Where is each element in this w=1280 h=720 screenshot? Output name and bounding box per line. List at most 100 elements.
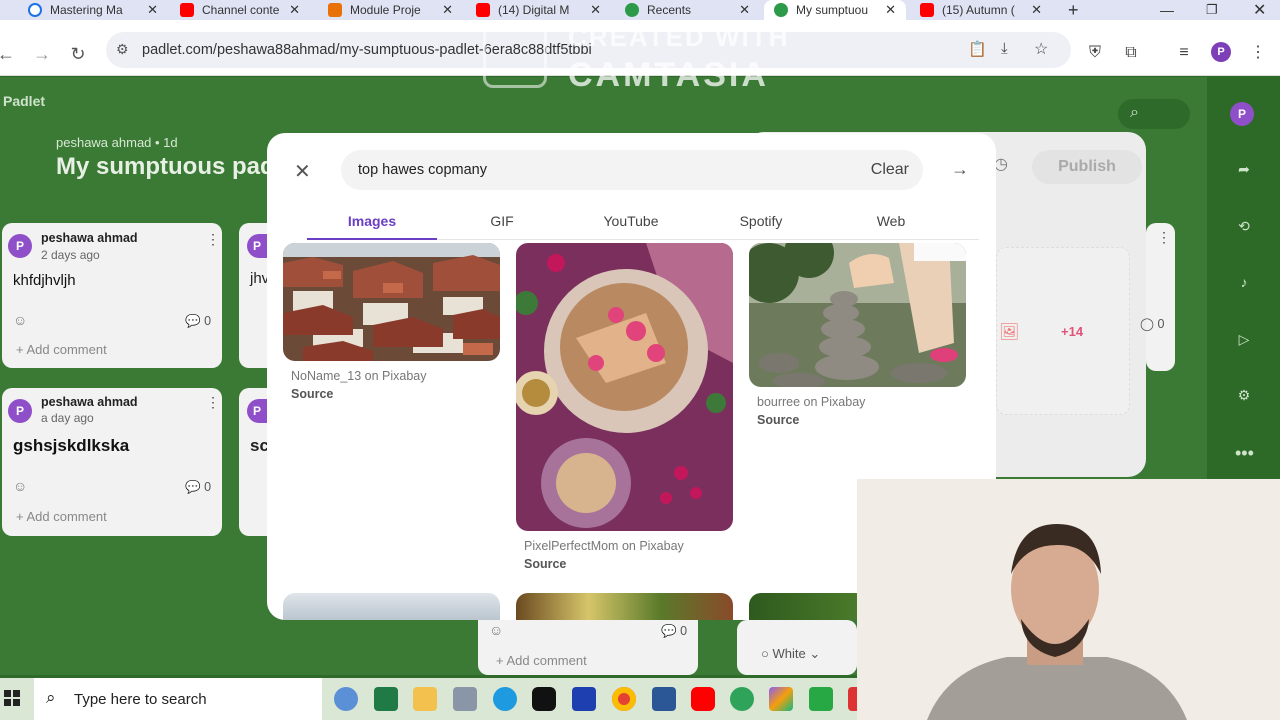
profile-avatar[interactable]: P — [1211, 42, 1231, 62]
image-search-icon[interactable]: 🖼 — [999, 322, 1019, 342]
tab-module[interactable]: Module Proje ✕ — [318, 0, 463, 20]
windows-start-icon[interactable] — [4, 690, 20, 706]
color-select[interactable]: ○ White ⌄ — [761, 646, 820, 662]
restore-icon[interactable]: ❐ — [1196, 0, 1228, 20]
image-result[interactable]: PixelPerfectMom on Pixabay Source — [516, 243, 733, 571]
remake-icon[interactable]: ⟲ — [1235, 218, 1253, 236]
reaction-icon[interactable]: ☺ — [13, 312, 27, 328]
add-comment[interactable]: + Add comment — [16, 509, 107, 524]
edge-icon[interactable] — [334, 687, 358, 711]
reaction-icon[interactable]: ☺ — [13, 478, 27, 494]
back-icon[interactable]: ← — [0, 44, 16, 65]
tab-title: My sumptuou — [796, 3, 869, 17]
close-tab-icon[interactable]: ✕ — [590, 2, 601, 18]
comment-count[interactable]: 💬 0 — [661, 624, 687, 639]
image-result-partial[interactable] — [283, 593, 500, 620]
add-comment[interactable]: + Add comment — [16, 342, 107, 357]
user-avatar[interactable]: P — [1230, 102, 1254, 126]
taskbar-search-input[interactable]: ⌕ Type here to search — [34, 678, 322, 720]
bell-icon[interactable]: ♪ — [1235, 274, 1253, 292]
rooftops-image[interactable] — [283, 243, 500, 361]
settings-icon[interactable]: ⚙ — [1235, 387, 1253, 405]
close-tab-icon[interactable]: ✕ — [885, 2, 896, 18]
post-menu-icon[interactable]: ⋮ — [1157, 229, 1171, 246]
tab-mastering[interactable]: Mastering Ma ✕ — [18, 0, 168, 20]
reaction-icon[interactable]: ☺ — [489, 622, 503, 638]
color-label: White — [772, 646, 806, 661]
edge-beta-icon[interactable] — [730, 687, 754, 711]
l-app-icon[interactable] — [572, 687, 596, 711]
edge-icon[interactable] — [493, 687, 517, 711]
close-tab-icon[interactable]: ✕ — [739, 2, 750, 18]
tiktok-icon[interactable] — [532, 687, 556, 711]
post-card-partial[interactable]: ⋮ ◯ 0 — [1140, 223, 1175, 371]
post-menu-icon[interactable]: ⋮ — [206, 231, 220, 248]
install-icon[interactable]: ⤓ — [1001, 40, 1008, 57]
word-icon[interactable] — [652, 687, 676, 711]
arrow-right-icon[interactable]: → — [951, 159, 969, 180]
color-picker-card[interactable]: ○ White ⌄ — [737, 620, 857, 675]
copilot-icon[interactable] — [769, 687, 793, 711]
bookmark-star-icon[interactable]: ☆ — [1034, 39, 1048, 59]
file-explorer-icon[interactable] — [413, 687, 437, 711]
close-tab-icon[interactable]: ✕ — [147, 2, 158, 18]
chrome-icon[interactable] — [612, 687, 636, 711]
tab-images[interactable]: Images — [312, 213, 432, 229]
search-query: top hawes copmany — [358, 162, 487, 178]
image-result[interactable]: NoName_13 on Pixabay Source — [283, 243, 500, 401]
post-card[interactable]: P peshawa ahmad 2 days ago ⋮ khfdjhvljh … — [2, 223, 222, 368]
tab-web[interactable]: Web — [831, 213, 951, 229]
image-result[interactable]: bourree on Pixabay Source — [749, 243, 966, 427]
reload-icon[interactable]: ↻ — [68, 44, 88, 65]
source-link[interactable]: Source — [749, 413, 966, 427]
tab-channel[interactable]: Channel conte ✕ — [170, 0, 310, 20]
source-link[interactable]: Source — [516, 557, 733, 571]
youtube-icon[interactable] — [691, 687, 715, 711]
clear-button[interactable]: Clear — [871, 161, 909, 179]
menu-kebab-icon[interactable]: ⋮ — [1247, 42, 1269, 64]
comment-count[interactable]: 💬 0 — [185, 314, 211, 329]
excel-icon[interactable] — [374, 687, 398, 711]
tab-autumn[interactable]: (15) Autumn ( ✕ — [910, 0, 1052, 20]
site-info-icon[interactable]: ⚙ — [116, 41, 129, 58]
shield-icon[interactable]: ⛨ — [1084, 42, 1106, 64]
comment-count[interactable]: ◯ 0 — [1140, 316, 1164, 331]
clock-icon[interactable]: ◷ — [994, 154, 1014, 174]
close-icon[interactable]: ✕ — [294, 159, 311, 184]
close-tab-icon[interactable]: ✕ — [289, 2, 300, 18]
extensions-icon[interactable]: ⧉ — [1120, 42, 1142, 64]
comment-icon: 💬 — [185, 314, 201, 328]
publish-button[interactable]: Publish — [1032, 150, 1142, 184]
media-icon[interactable]: ≡ — [1173, 42, 1195, 64]
new-tab-button[interactable]: + — [1058, 0, 1088, 20]
close-tab-icon[interactable]: ✕ — [442, 2, 453, 18]
more-attachments-count[interactable]: +14 — [1061, 324, 1083, 339]
keyboard-icon[interactable] — [453, 687, 477, 711]
minimize-icon[interactable]: — — [1150, 0, 1184, 20]
slideshow-icon[interactable]: ▷ — [1235, 331, 1253, 349]
tab-digital[interactable]: (14) Digital M ✕ — [466, 0, 611, 20]
app-icon-partial[interactable] — [848, 687, 857, 711]
tab-recents[interactable]: Recents ✕ — [615, 0, 760, 20]
close-window-icon[interactable]: ✕ — [1243, 0, 1276, 20]
stones-image[interactable] — [749, 243, 966, 387]
tab-my-sumptuous[interactable]: My sumptuou ✕ — [764, 0, 906, 20]
share-icon[interactable]: ➦ — [1235, 161, 1253, 179]
search-input[interactable]: top hawes copmany Clear — [341, 150, 923, 190]
camtasia-icon[interactable] — [809, 687, 833, 711]
tab-youtube[interactable]: YouTube — [571, 213, 691, 229]
add-comment[interactable]: + Add comment — [496, 653, 587, 668]
more-icon[interactable]: ••• — [1235, 443, 1254, 463]
source-link[interactable]: Source — [283, 387, 500, 401]
close-tab-icon[interactable]: ✕ — [1031, 2, 1042, 18]
cake-image[interactable] — [516, 243, 733, 531]
tab-gif[interactable]: GIF — [442, 213, 562, 229]
post-card[interactable]: P peshawa ahmad a day ago ⋮ gshsjskdlksk… — [2, 388, 222, 536]
forward-icon[interactable]: → — [32, 44, 52, 65]
tab-spotify[interactable]: Spotify — [701, 213, 821, 229]
image-result-partial[interactable] — [516, 593, 733, 620]
post-menu-icon[interactable]: ⋮ — [206, 394, 220, 411]
clipboard-icon[interactable]: 📋 — [968, 40, 987, 58]
comment-count[interactable]: 💬 0 — [185, 480, 211, 495]
search-board-button[interactable]: ⌕ — [1118, 99, 1190, 129]
